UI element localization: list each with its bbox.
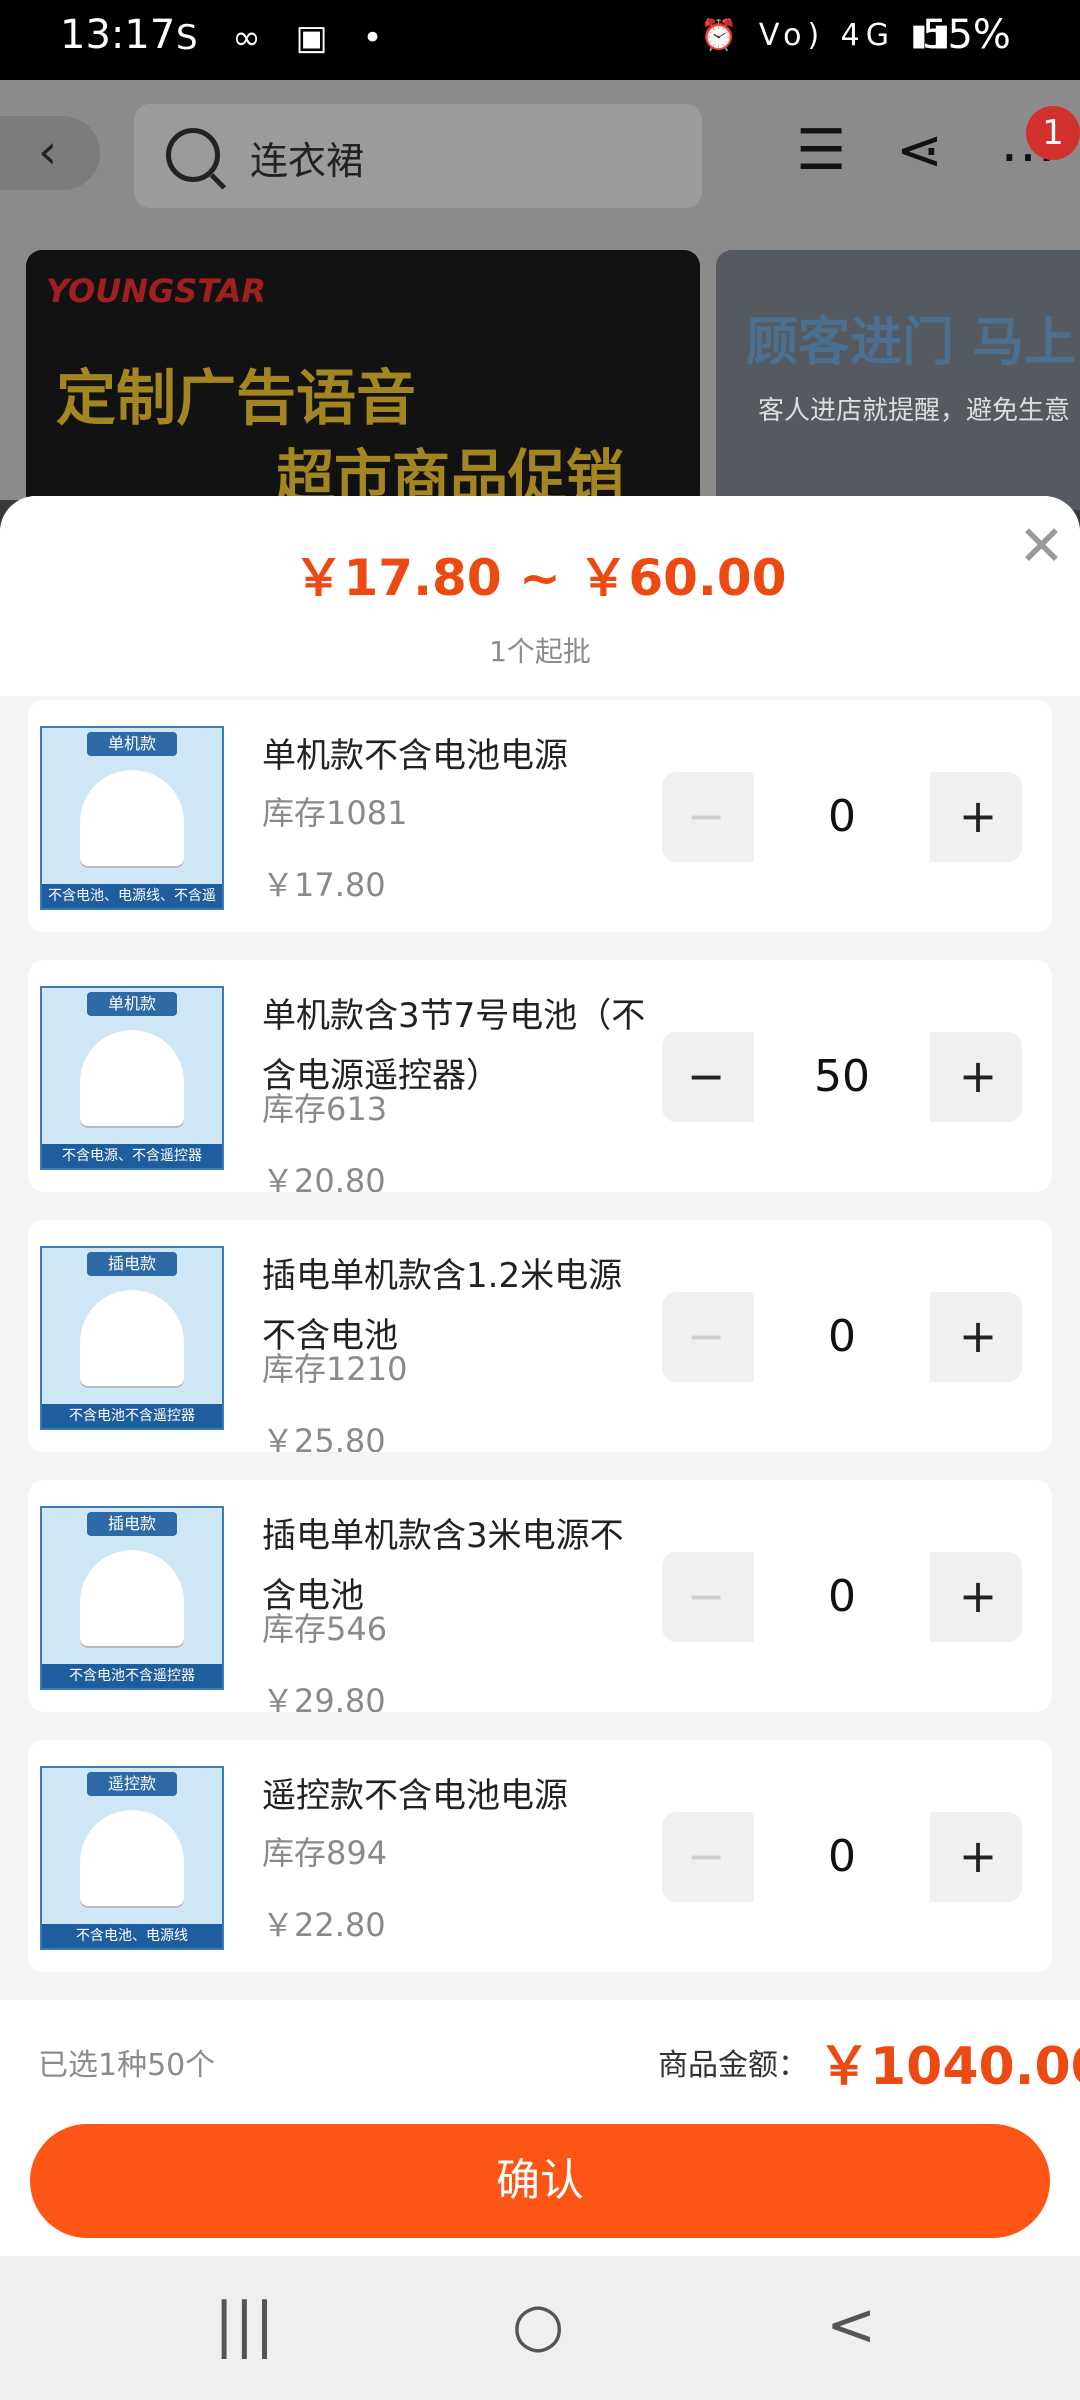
quantity-stepper: − 0 + (662, 772, 1022, 862)
list-icon[interactable]: ☰ (796, 118, 846, 183)
sku-price: ￥25.80 (262, 1422, 386, 1452)
min-order-text: 1个起批 (489, 635, 591, 668)
banner-line-1: 定制广告语音 (56, 364, 416, 434)
product-thumbnail[interactable]: 插电款 不含电池不含遥控器 (40, 1506, 224, 1690)
thumbnail-tag: 插电款 (87, 1252, 177, 1276)
back-nav-button[interactable]: < (826, 2290, 876, 2360)
notification-icons: S ∞ ▣ • (176, 18, 395, 58)
thumbnail-caption: 不含电池不含遥控器 (42, 1404, 222, 1428)
sku-item: 插电款 不含电池不含遥控器 插电单机款含1.2米电源不含电池 库存1210 ￥2… (28, 1220, 1052, 1452)
sku-stock: 库存1081 (262, 794, 408, 832)
thumbnail-caption: 不含电池、电源线、不含遥控器 (42, 884, 222, 928)
quantity-stepper: − 0 + (662, 1292, 1022, 1382)
product-thumbnail[interactable]: 插电款 不含电池不含遥控器 (40, 1246, 224, 1430)
increment-button[interactable]: + (934, 1292, 1022, 1382)
home-button[interactable]: ○ (512, 2290, 564, 2360)
sku-selector-sheet: ✕ ￥17.80 ~ ￥60.00 1个起批 单机款 不含电池、电源线、不含遥控… (0, 496, 1080, 2256)
search-icon (166, 128, 220, 182)
sku-stock: 库存1210 (262, 1350, 408, 1388)
banner-brand: YOUNGSTAR (46, 272, 267, 310)
thumbnail-tag: 遥控款 (87, 1772, 177, 1796)
sku-price: ￥22.80 (262, 1906, 386, 1944)
sensor-device-image (80, 1290, 184, 1386)
status-bar: 13:17 S ∞ ▣ • ⏰ Vo) 4G ▮▮ 55% (0, 0, 1080, 80)
quantity-input[interactable]: 50 (754, 1032, 930, 1122)
sku-title: 单机款不含电池电源 (262, 736, 568, 776)
confirm-button[interactable]: 确认 (30, 2124, 1050, 2238)
thumbnail-tag: 单机款 (87, 732, 177, 756)
increment-button[interactable]: + (934, 772, 1022, 862)
sheet-header: ✕ ￥17.80 ~ ￥60.00 1个起批 (0, 496, 1080, 696)
quantity-input[interactable]: 0 (754, 1292, 930, 1382)
thumbnail-caption: 不含电池不含遥控器 (42, 1664, 222, 1688)
selected-summary: 已选1种50个 (38, 2048, 216, 2083)
total-amount: ￥1040.00 (818, 2037, 1080, 2097)
share-icon[interactable]: ⋖ (896, 118, 943, 183)
product-thumbnail[interactable]: 遥控款 不含电池、电源线 (40, 1766, 224, 1950)
chevron-left-icon: ‹ (38, 124, 58, 180)
thumbnail-caption: 不含电源、不含遥控器 (42, 1144, 222, 1168)
cart-badge: 1 (1026, 106, 1080, 160)
battery-indicator: 55% (922, 12, 1011, 58)
increment-button[interactable]: + (934, 1552, 1022, 1642)
recents-button[interactable]: ||| (214, 2290, 275, 2360)
clock: 13:17 (60, 12, 176, 58)
quantity-stepper: − 50 + (662, 1032, 1022, 1122)
sku-item: 插电款 不含电池不含遥控器 插电单机款含3米电源不含电池 库存546 ￥29.8… (28, 1480, 1052, 1712)
quantity-stepper: − 0 + (662, 1552, 1022, 1642)
total-label: 商品金额： (658, 2048, 808, 2083)
decrement-button[interactable]: − (662, 1552, 750, 1642)
back-button[interactable]: ‹ (0, 116, 100, 190)
sku-price: ￥17.80 (262, 866, 386, 904)
search-placeholder: 连衣裙 (250, 139, 365, 183)
decrement-button[interactable]: − (662, 1032, 750, 1122)
quantity-input[interactable]: 0 (754, 1812, 930, 1902)
sku-stock: 库存613 (262, 1090, 388, 1128)
thumbnail-caption: 不含电池、电源线 (42, 1924, 222, 1948)
thumbnail-tag: 插电款 (87, 1512, 177, 1536)
background-page: ‹ 连衣裙 ☰ ⋖ ⋯ 1 YOUNGSTAR 定制广告语音 超市商品促销 顾客… (0, 80, 1080, 510)
quantity-input[interactable]: 0 (754, 1552, 930, 1642)
decrement-button[interactable]: − (662, 1292, 750, 1382)
sensor-device-image (80, 770, 184, 866)
sku-price: ￥29.80 (262, 1682, 386, 1712)
price-range: ￥17.80 ~ ￥60.00 (293, 549, 787, 607)
increment-button[interactable]: + (934, 1812, 1022, 1902)
banner-headline: 顾客进门 马上 (746, 313, 1077, 373)
sku-item: 单机款 不含电源、不含遥控器 单机款含3节7号电池（不含电源遥控器） 库存613… (28, 960, 1052, 1192)
sensor-device-image (80, 1550, 184, 1646)
decrement-button[interactable]: − (662, 1812, 750, 1902)
sku-price: ￥20.80 (262, 1162, 386, 1192)
thumbnail-tag: 单机款 (87, 992, 177, 1016)
increment-button[interactable]: + (934, 1032, 1022, 1122)
search-input[interactable]: 连衣裙 (134, 104, 702, 208)
signal-icons: ⏰ Vo) 4G ▮▮ (700, 18, 956, 53)
sensor-device-image (80, 1030, 184, 1126)
sensor-device-image (80, 1810, 184, 1906)
quantity-input[interactable]: 0 (754, 772, 930, 862)
banner-subtext: 客人进店就提醒，避免生意 (758, 396, 1071, 426)
product-thumbnail[interactable]: 单机款 不含电池、电源线、不含遥控器 (40, 726, 224, 928)
sku-stock: 库存894 (262, 1834, 388, 1872)
sku-item: 遥控款 不含电池、电源线 遥控款不含电池电源 库存894 ￥22.80 − 0 … (28, 1740, 1052, 1972)
sku-item: 单机款 不含电池、电源线、不含遥控器 单机款不含电池电源 库存1081 ￥17.… (28, 700, 1052, 932)
promo-banner-1[interactable]: YOUNGSTAR 定制广告语音 超市商品促销 (26, 250, 700, 510)
sku-stock: 库存546 (262, 1610, 388, 1648)
quantity-stepper: − 0 + (662, 1812, 1022, 1902)
sku-title: 遥控款不含电池电源 (262, 1776, 568, 1816)
decrement-button[interactable]: − (662, 772, 750, 862)
promo-banner-2[interactable]: 顾客进门 马上 客人进店就提醒，避免生意 (716, 250, 1080, 510)
product-thumbnail[interactable]: 单机款 不含电源、不含遥控器 (40, 986, 224, 1170)
order-footer: 已选1种50个 商品金额： ￥1040.00 确认 (0, 2000, 1080, 2256)
system-nav-bar: ||| ○ < (0, 2256, 1080, 2400)
